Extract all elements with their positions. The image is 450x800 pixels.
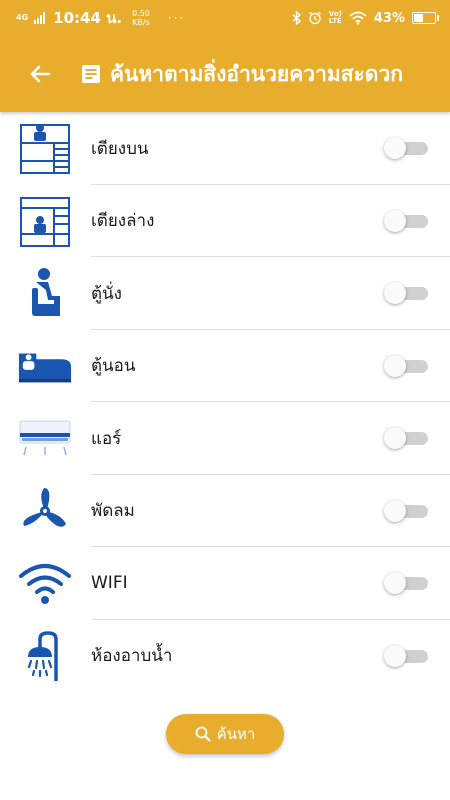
list-item-label: ห้องอาบน้ำ [91, 646, 173, 667]
toggle-thumb [384, 499, 406, 522]
seat-icon [17, 265, 73, 321]
toggle-thumb [384, 282, 406, 305]
toggle-thumb [384, 644, 406, 667]
list-item-fan: พัดลม [0, 475, 450, 548]
list-item-seat: ตู้นั่ง [0, 257, 450, 330]
document-icon [82, 65, 100, 83]
upper-bunk-icon [17, 120, 73, 176]
bed-icon [17, 338, 73, 394]
wifi-icon [17, 555, 73, 611]
bluetooth-icon [292, 11, 301, 25]
search-icon [195, 726, 211, 742]
shower-icon [17, 628, 73, 684]
air-conditioner-toggle[interactable] [384, 427, 430, 450]
upper-bunk-toggle[interactable] [384, 137, 430, 160]
list-item-label: เตียงบน [91, 138, 149, 159]
speed-unit: KB/s [132, 18, 150, 27]
more-notifications-icon: ··· [167, 11, 186, 25]
list-item-upper-bunk: เตียงบน [0, 112, 450, 185]
list-item-shower: ห้องอาบน้ำ [0, 620, 450, 693]
clock: 10:44 น. [53, 9, 123, 27]
arrow-left-icon [30, 65, 51, 83]
list-item-label: เตียงล่าง [91, 211, 155, 232]
toggle-thumb [384, 209, 406, 232]
list-item-lower-bunk: เตียงล่าง [0, 185, 450, 258]
toggle-thumb [384, 572, 406, 595]
toggle-thumb [384, 137, 406, 160]
network-speed: 0.50 KB/s [132, 9, 150, 27]
alarm-icon [308, 11, 321, 25]
page-title: ค้นหาตามสิ่งอำนวยความสะดวก [110, 61, 403, 86]
app-bar: ค้นหาตามสิ่งอำนวยความสะดวก [0, 36, 450, 112]
list-item-wifi: WIFI [0, 547, 450, 620]
shower-toggle[interactable] [384, 644, 430, 667]
wifi-status-icon [349, 11, 367, 25]
status-bar: 4G 10:44 น. 0.50 KB/s ··· Vo) LTE 43% [0, 0, 450, 36]
seat-toggle[interactable] [384, 282, 430, 305]
fan-toggle[interactable] [384, 499, 430, 522]
volte-indicator: Vo) LTE [329, 11, 342, 25]
list-item-label: ตู้นั่ง [91, 283, 122, 304]
list-item-sleeper: ตู้นอน [0, 330, 450, 403]
list-item-label: ตู้นอน [91, 356, 136, 377]
volte-bottom: LTE [328, 17, 342, 25]
air-conditioner-icon [17, 410, 73, 466]
toggle-thumb [384, 354, 406, 377]
lower-bunk-toggle[interactable] [384, 209, 430, 232]
network-type: 4G [16, 13, 29, 22]
signal-icon [34, 12, 46, 24]
battery-icon [412, 12, 439, 24]
list-item-air-conditioner: แอร์ [0, 402, 450, 475]
toggle-thumb [384, 427, 406, 450]
battery-percent: 43% [373, 10, 405, 26]
fan-icon [17, 483, 73, 539]
search-button-label: ค้นหา [216, 725, 256, 743]
sleeper-toggle[interactable] [384, 354, 430, 377]
list-item-label: WIFI [91, 573, 128, 594]
wifi-toggle[interactable] [384, 572, 430, 595]
back-button[interactable] [24, 58, 56, 90]
speed-value: 0.50 [132, 9, 150, 18]
list-item-label: แอร์ [91, 428, 122, 449]
lower-bunk-icon [17, 193, 73, 249]
facility-list: เตียงบน เตียงล่าง ตู้นั่ง ตู้นอน แอร์ พั… [0, 112, 450, 692]
search-button[interactable]: ค้นหา [166, 714, 284, 754]
list-item-label: พัดลม [91, 501, 135, 522]
